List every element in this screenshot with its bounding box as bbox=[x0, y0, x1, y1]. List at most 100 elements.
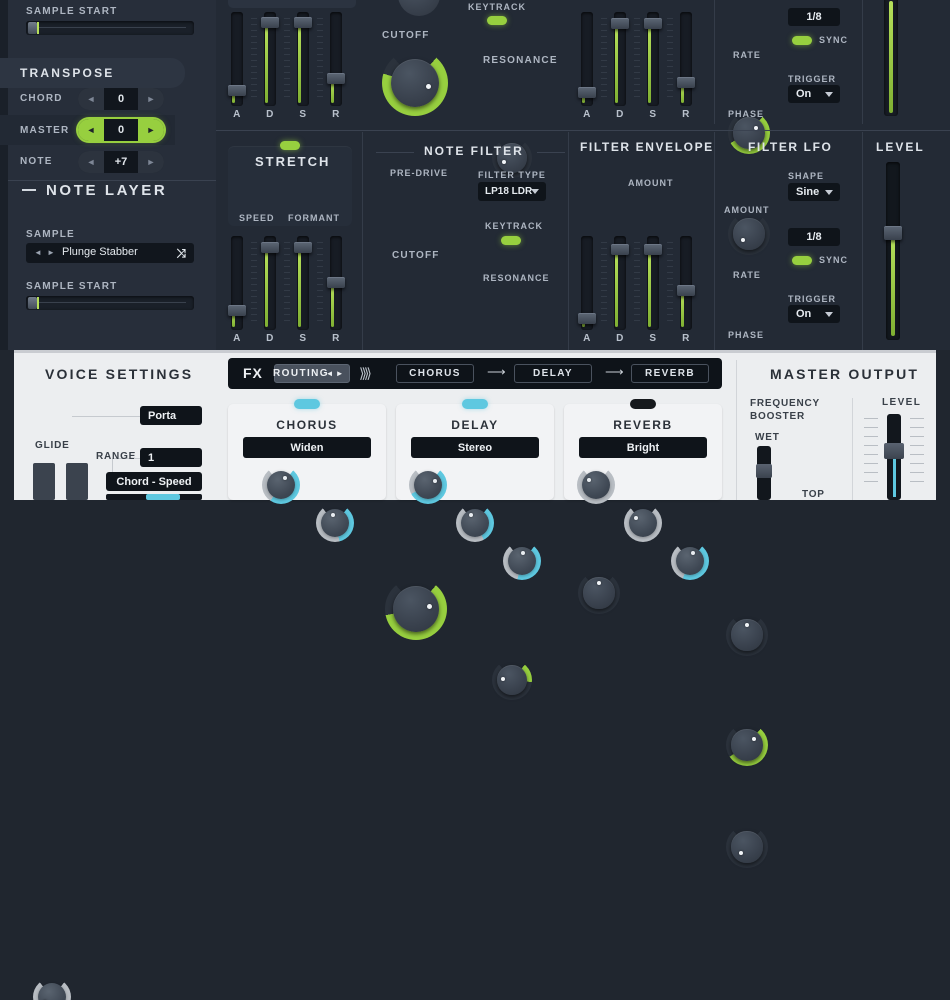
fx-routing-button[interactable]: ROUTING ◄ ► bbox=[274, 364, 350, 383]
sample-selector[interactable]: ◄ ► Plunge Stabber ⤨ bbox=[26, 243, 194, 263]
note-decrement-button[interactable]: ◄ bbox=[78, 151, 104, 173]
knob-cap[interactable] bbox=[629, 509, 657, 537]
slider-handle[interactable] bbox=[28, 297, 37, 309]
filter-lfo-trigger-dropdown[interactable]: On bbox=[788, 305, 840, 323]
fader-handle[interactable] bbox=[327, 73, 345, 84]
delay-knob-2[interactable] bbox=[456, 504, 494, 542]
delay-preset-dropdown[interactable]: Stereo bbox=[411, 437, 539, 458]
adsr-fader[interactable]: S bbox=[644, 12, 662, 106]
filter-lfo-rate-knob[interactable] bbox=[726, 724, 768, 766]
master-increment-button[interactable]: ► bbox=[138, 119, 164, 141]
fader-handle[interactable] bbox=[294, 242, 312, 253]
knob-cap[interactable] bbox=[414, 471, 442, 499]
fader-handle[interactable] bbox=[228, 85, 246, 96]
adsr-fader[interactable]: D bbox=[611, 12, 629, 106]
chord-decrement-button[interactable]: ◄ bbox=[78, 88, 104, 110]
fader-handle[interactable] bbox=[611, 244, 629, 255]
adsr-fader[interactable]: D bbox=[611, 236, 629, 330]
level-fader-mid[interactable] bbox=[884, 162, 902, 340]
keytrack-led-top[interactable] bbox=[487, 16, 507, 25]
knob-cap[interactable] bbox=[582, 471, 610, 499]
master-stepper[interactable]: ◄ 0 ► bbox=[78, 119, 164, 141]
reverb-enable-toggle[interactable] bbox=[630, 399, 656, 409]
mod-dropdown[interactable]: Chord - Speed bbox=[106, 472, 202, 491]
fader-handle[interactable] bbox=[578, 87, 596, 98]
fader-handle[interactable] bbox=[261, 242, 279, 253]
range-dropdown[interactable]: 1 bbox=[140, 448, 202, 467]
chord-stepper[interactable]: ◄ 0 ► bbox=[78, 88, 164, 110]
keytrack-led-nf[interactable] bbox=[501, 236, 521, 245]
sample-start-slider-top[interactable] bbox=[26, 21, 194, 35]
level-fader-top[interactable] bbox=[884, 0, 898, 116]
fader-handle[interactable] bbox=[644, 18, 662, 29]
note-increment-button[interactable]: ► bbox=[138, 151, 164, 173]
chorus-preset-dropdown[interactable]: Widen bbox=[243, 437, 371, 458]
filter-lfo-division[interactable]: 1/8 bbox=[788, 228, 840, 246]
sample-start-slider[interactable] bbox=[26, 296, 194, 310]
glide-mode-dropdown[interactable]: Porta bbox=[140, 406, 202, 425]
lfo-phase-knob-top[interactable] bbox=[728, 213, 770, 255]
shuffle-icon[interactable]: ⤨ bbox=[176, 246, 186, 261]
cutoff-knob-nf[interactable] bbox=[385, 578, 447, 640]
sample-next-icon[interactable]: ► bbox=[47, 248, 55, 257]
fader-handle[interactable] bbox=[677, 77, 695, 88]
adsr-fader[interactable]: S bbox=[294, 236, 312, 330]
adsr-fader[interactable]: S bbox=[644, 236, 662, 330]
sample-prev-icon[interactable]: ◄ bbox=[34, 248, 42, 257]
fader-handle[interactable] bbox=[644, 244, 662, 255]
master-level-fader[interactable] bbox=[884, 414, 904, 500]
master-level-handle[interactable] bbox=[884, 443, 904, 459]
adsr-fader[interactable]: R bbox=[327, 12, 345, 106]
chorus-knob-1[interactable] bbox=[262, 466, 300, 504]
fader-handle[interactable] bbox=[578, 313, 596, 324]
reverb-knob-1[interactable] bbox=[577, 466, 615, 504]
knob-cap[interactable] bbox=[731, 831, 762, 862]
note-stepper[interactable]: ◄ +7 ► bbox=[78, 151, 164, 173]
fader-handle[interactable] bbox=[677, 285, 695, 296]
fader-handle[interactable] bbox=[327, 277, 345, 288]
mod-amount-bar[interactable] bbox=[106, 494, 202, 500]
slider-handle[interactable] bbox=[28, 22, 37, 34]
filter-type-dropdown[interactable]: LP18 LDR bbox=[478, 182, 546, 201]
voice-slider-1[interactable] bbox=[33, 463, 55, 500]
reverb-preset-dropdown[interactable]: Bright bbox=[579, 437, 707, 458]
level-handle[interactable] bbox=[884, 226, 902, 240]
arrow-right-icon[interactable]: ► bbox=[336, 369, 345, 378]
arrow-left-icon[interactable]: ◄ bbox=[326, 369, 335, 378]
cutoff-knob-top[interactable] bbox=[382, 50, 448, 116]
filter-lfo-amount-knob[interactable] bbox=[726, 614, 768, 656]
delay-knob-3[interactable] bbox=[503, 542, 541, 580]
fx-chain-reverb[interactable]: REVERB bbox=[631, 364, 709, 383]
adsr-fader[interactable]: R bbox=[677, 12, 695, 106]
knob-cap[interactable] bbox=[731, 729, 762, 760]
knob-cap[interactable] bbox=[733, 218, 764, 249]
voice-slider-2[interactable] bbox=[66, 463, 88, 500]
fx-chain-delay[interactable]: DELAY bbox=[514, 364, 592, 383]
delay-enable-toggle[interactable] bbox=[462, 399, 488, 409]
chorus-enable-toggle[interactable] bbox=[294, 399, 320, 409]
lfo-sync-led-top[interactable] bbox=[792, 36, 812, 45]
fader-handle[interactable] bbox=[611, 18, 629, 29]
adsr-fader[interactable]: S bbox=[294, 12, 312, 106]
adsr-fader[interactable]: D bbox=[261, 12, 279, 106]
adsr-fader[interactable]: A bbox=[228, 12, 246, 106]
lfo-division-top[interactable]: 1/8 bbox=[788, 8, 840, 26]
filter-lfo-phase-knob[interactable] bbox=[726, 826, 768, 868]
filter-env-amount-knob[interactable] bbox=[578, 572, 620, 614]
adsr-fader[interactable]: D bbox=[261, 236, 279, 330]
adsr-fader[interactable]: A bbox=[578, 12, 596, 106]
knob-cap[interactable] bbox=[676, 547, 704, 575]
fader-handle[interactable] bbox=[228, 305, 246, 316]
fader-handle[interactable] bbox=[261, 17, 279, 28]
knob-cap[interactable] bbox=[267, 471, 295, 499]
minus-icon[interactable] bbox=[22, 189, 36, 191]
knob-cap[interactable] bbox=[393, 586, 439, 632]
resonance-knob-nf[interactable] bbox=[492, 660, 532, 700]
filter-lfo-sync-led[interactable] bbox=[792, 256, 812, 265]
adsr-fader[interactable]: R bbox=[327, 236, 345, 330]
glide-knob[interactable] bbox=[33, 978, 71, 1000]
stretch-led[interactable] bbox=[280, 141, 300, 150]
adsr-fader[interactable]: A bbox=[228, 236, 246, 330]
reverb-knob-3[interactable] bbox=[671, 542, 709, 580]
adsr-fader[interactable]: R bbox=[677, 236, 695, 330]
